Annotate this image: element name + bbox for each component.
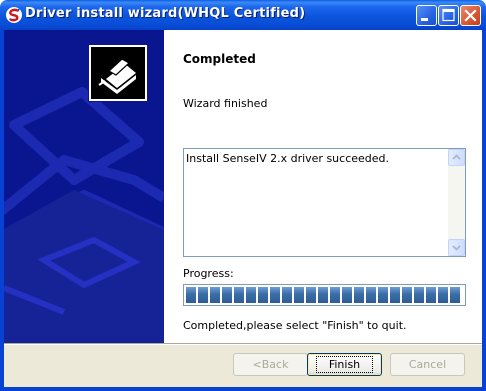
chevron-down-icon — [452, 245, 461, 251]
progress-segment — [378, 287, 388, 303]
scroll-down-button[interactable] — [448, 239, 465, 256]
maximize-button[interactable] — [438, 5, 459, 26]
close-icon — [464, 9, 477, 22]
page-subheading: Wizard finished — [183, 97, 268, 110]
result-log-text: Install SenseIV 2.x driver succeeded. — [186, 152, 390, 165]
progress-segment — [330, 287, 340, 303]
progress-segment — [210, 287, 220, 303]
minimize-icon — [421, 18, 428, 21]
progress-segment — [258, 287, 268, 303]
button-separator — [4, 343, 482, 345]
progress-segment — [438, 287, 448, 303]
printer-icon — [88, 44, 148, 102]
progress-segment — [198, 287, 208, 303]
progress-label: Progress: — [183, 267, 234, 280]
status-message: Completed,please select "Finish" to quit… — [183, 319, 407, 332]
progress-segment — [234, 287, 244, 303]
result-log-textarea[interactable]: Install SenseIV 2.x driver succeeded. — [183, 148, 466, 257]
app-icon — [6, 7, 22, 23]
progress-fill — [186, 287, 460, 303]
log-scrollbar[interactable] — [448, 149, 465, 256]
close-button[interactable] — [460, 5, 481, 26]
back-button[interactable]: <Back — [233, 353, 308, 376]
progress-segment — [318, 287, 328, 303]
progress-segment — [414, 287, 424, 303]
progress-segment — [246, 287, 256, 303]
wizard-content: Completed Wizard finished Install SenseI… — [164, 30, 482, 343]
progress-segment — [450, 287, 460, 303]
scroll-up-button[interactable] — [448, 149, 465, 166]
window-title: Driver install wizard(WHQL Certified) — [25, 6, 306, 21]
chevron-up-icon — [452, 154, 461, 160]
progress-segment — [426, 287, 436, 303]
progress-segment — [402, 287, 412, 303]
progress-segment — [222, 287, 232, 303]
window-frame-right — [482, 30, 486, 391]
finish-button-label: Finish — [315, 356, 374, 373]
finish-button[interactable]: Finish — [307, 353, 382, 376]
window-frame-bottom — [0, 387, 486, 391]
title-bar[interactable]: Driver install wizard(WHQL Certified) — [0, 0, 486, 30]
progress-segment — [354, 287, 364, 303]
progress-segment — [294, 287, 304, 303]
minimize-button[interactable] — [416, 5, 437, 26]
maximize-icon — [442, 8, 455, 22]
page-heading: Completed — [183, 52, 256, 66]
progress-bar — [183, 284, 466, 306]
progress-segment — [270, 287, 280, 303]
progress-segment — [186, 287, 196, 303]
progress-segment — [342, 287, 352, 303]
wizard-window: Driver install wizard(WHQL Certified) Co… — [0, 0, 486, 391]
wizard-client: Completed Wizard finished Install SenseI… — [4, 30, 482, 387]
progress-segment — [390, 287, 400, 303]
progress-segment — [306, 287, 316, 303]
progress-segment — [366, 287, 376, 303]
progress-segment — [282, 287, 292, 303]
cancel-button[interactable]: Cancel — [390, 353, 465, 376]
wizard-side-banner — [4, 30, 164, 343]
